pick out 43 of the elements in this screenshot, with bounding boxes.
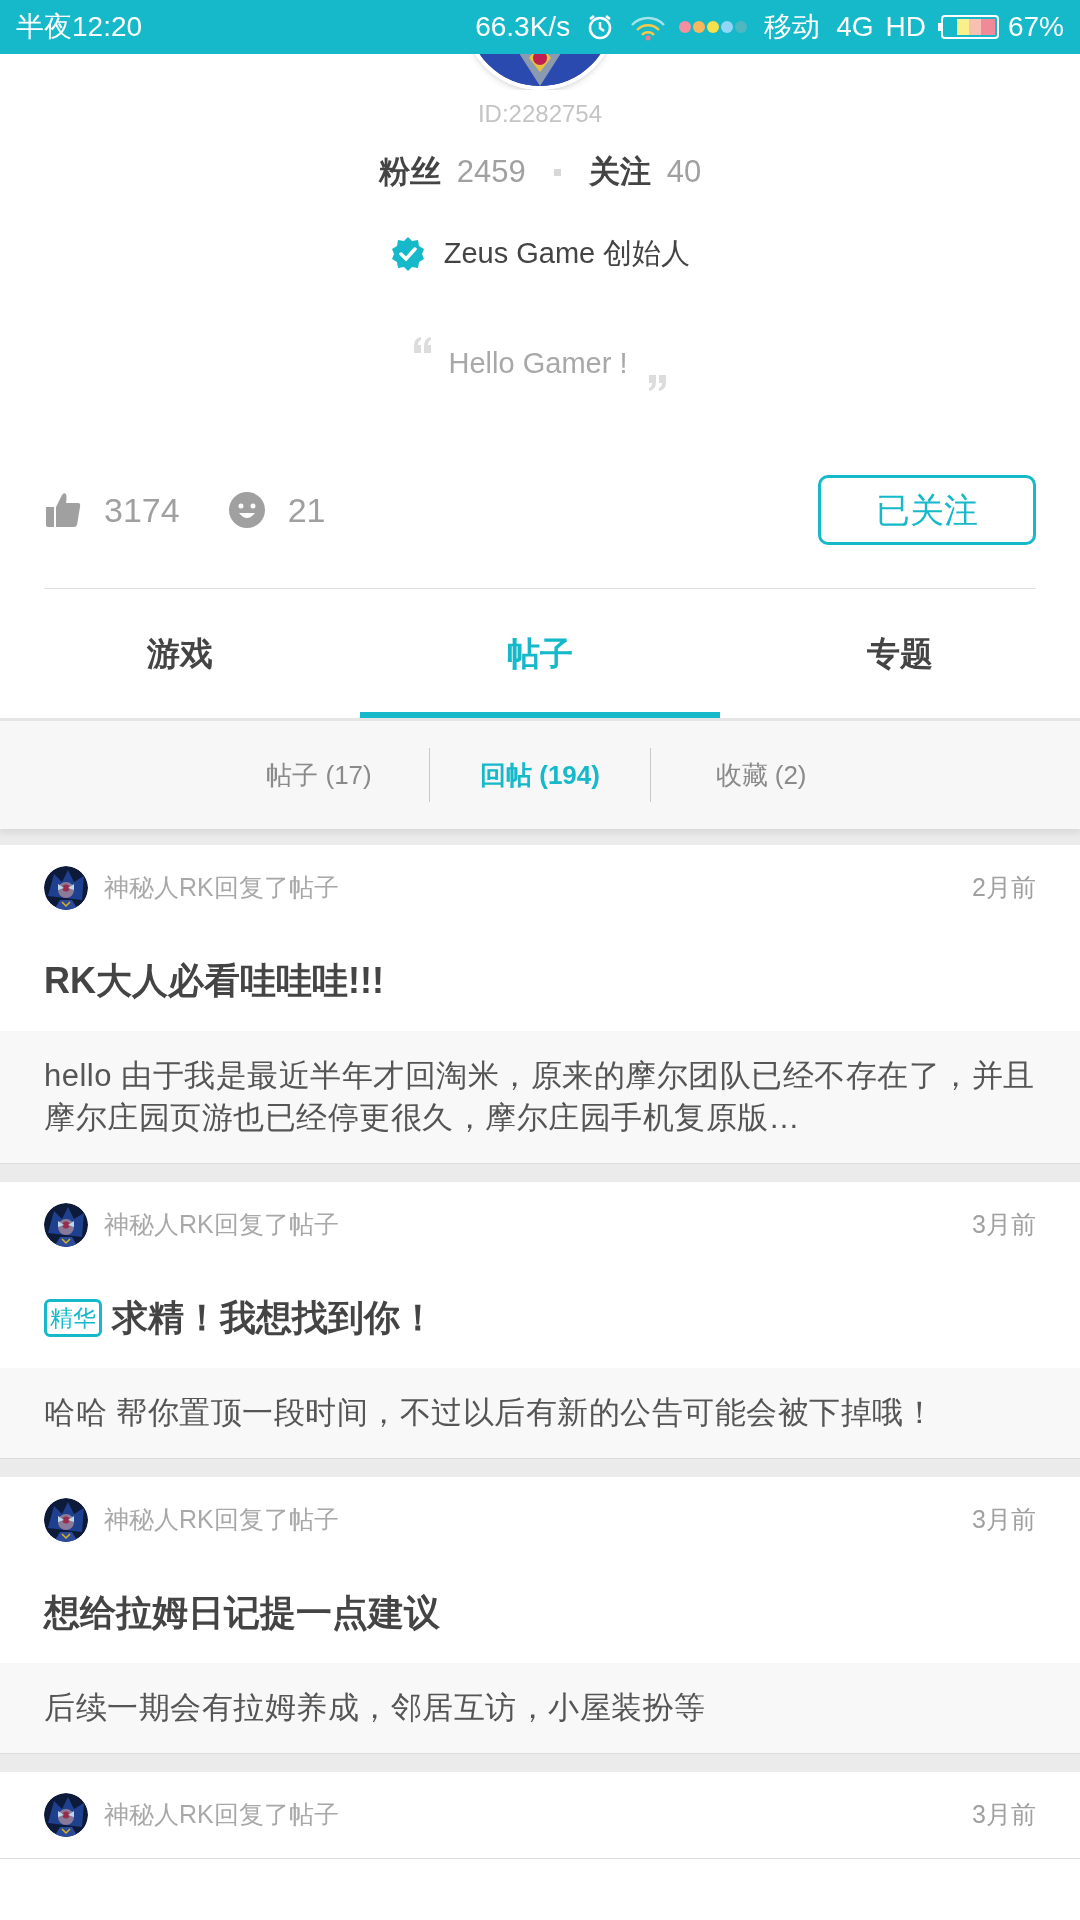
carrier-label: 移动 bbox=[764, 10, 821, 44]
clock: 半夜12:20 bbox=[16, 10, 143, 44]
post-time: 3月前 bbox=[972, 1799, 1036, 1831]
fans-label: 粉丝 bbox=[378, 152, 441, 191]
sub-tab[interactable]: 收藏 (2) bbox=[651, 755, 871, 795]
sub-tab[interactable]: 回帖 (194) bbox=[430, 755, 650, 795]
fans-count: 2459 bbox=[456, 152, 526, 191]
open-quote-icon bbox=[412, 336, 433, 354]
following-count: 40 bbox=[666, 152, 702, 191]
smiley-count: 21 bbox=[287, 489, 326, 531]
battery-icon bbox=[937, 14, 1000, 40]
post-time: 2月前 bbox=[972, 872, 1036, 904]
verified-title: Zeus Game 创始人 bbox=[443, 236, 691, 272]
sub-tab[interactable]: 帖子 (17) bbox=[209, 755, 429, 795]
tab[interactable]: 游戏 bbox=[0, 589, 360, 718]
close-quote-icon bbox=[647, 374, 668, 392]
tab[interactable]: 专题 bbox=[720, 589, 1080, 718]
reply-excerpt: 哈哈 帮你置顶一段时间，不过以后有新的公告可能会被下掉哦！ bbox=[0, 1368, 1080, 1458]
network-speed: 66.3K/s bbox=[475, 10, 571, 44]
smiley-icon bbox=[227, 491, 266, 529]
bio-quote: Hello Gamer ! bbox=[448, 346, 628, 382]
reply-excerpt: 后续一期会有拉姆养成，邻居互访，小屋装扮等 bbox=[0, 1663, 1080, 1753]
reply-author-line: 神秘人RK回复了帖子 bbox=[104, 1504, 339, 1536]
featured-tag: 精华 bbox=[44, 1299, 102, 1337]
likes-count: 3174 bbox=[104, 489, 180, 531]
post-title: RK大人必看哇哇哇!!! bbox=[44, 959, 384, 1003]
user-id: ID:2282754 bbox=[477, 99, 603, 129]
following-button[interactable]: 已关注 bbox=[818, 475, 1036, 545]
post-title: 想给拉姆日记提一点建议 bbox=[44, 1591, 440, 1635]
network-type: 4G bbox=[836, 10, 874, 44]
hd-label: HD bbox=[885, 10, 926, 44]
verified-badge-icon bbox=[389, 236, 426, 272]
following-label: 关注 bbox=[588, 152, 651, 191]
reply-author-line: 神秘人RK回复了帖子 bbox=[104, 872, 339, 904]
reply-excerpt: hello 由于我是最近半年才回淘米，原来的摩尔团队已经不存在了，并且摩尔庄园页游也已经停更很久，摩尔庄园手机复原版… bbox=[0, 1031, 1080, 1163]
battery-level: 67% bbox=[1007, 10, 1064, 44]
post-time: 3月前 bbox=[972, 1504, 1036, 1536]
reply-author-line: 神秘人RK回复了帖子 bbox=[104, 1209, 339, 1241]
reply-author-line: 神秘人RK回复了帖子 bbox=[104, 1799, 339, 1831]
thumbs-up-icon bbox=[44, 491, 82, 529]
post-time: 3月前 bbox=[972, 1209, 1036, 1241]
post-title: 求精！我想找到你！ bbox=[112, 1296, 436, 1340]
signal-dots-icon bbox=[678, 20, 749, 34]
